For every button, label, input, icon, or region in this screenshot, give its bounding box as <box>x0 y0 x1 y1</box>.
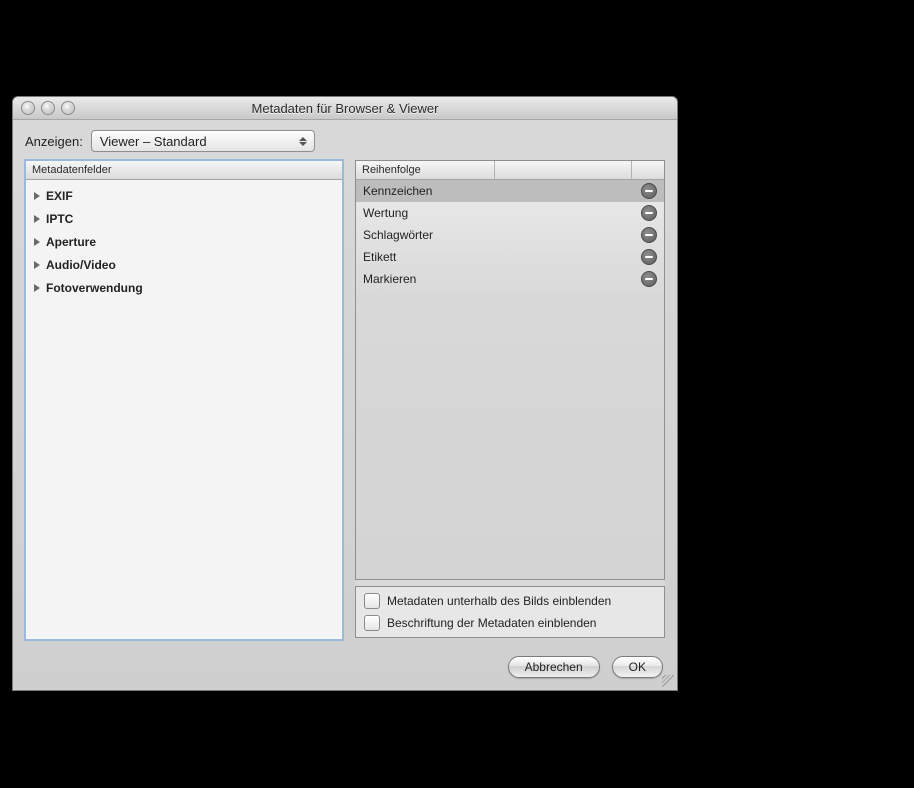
callout-line <box>902 152 904 772</box>
view-popup[interactable]: Viewer – Standard <box>91 130 315 152</box>
order-row-markieren[interactable]: Markieren <box>356 268 664 290</box>
disclosure-triangle-icon[interactable] <box>34 238 40 246</box>
column-header-spacer[interactable] <box>495 161 632 179</box>
order-row-label: Etikett <box>363 250 396 264</box>
minimize-icon[interactable] <box>41 101 55 115</box>
disclosure-triangle-icon[interactable] <box>34 261 40 269</box>
tree-item-audio-video[interactable]: Audio/Video <box>26 253 342 276</box>
order-row-kennzeichen[interactable]: Kennzeichen <box>356 180 664 202</box>
display-order-panel: Reihenfolge Kennzeichen Wertung <box>355 160 665 638</box>
order-row-label: Kennzeichen <box>363 184 432 198</box>
tree-item-fotoverwendung[interactable]: Fotoverwendung <box>26 276 342 299</box>
order-row-etikett[interactable]: Etikett <box>356 246 664 268</box>
close-icon[interactable] <box>21 101 35 115</box>
column-header-end[interactable] <box>632 161 664 179</box>
order-row-label: Wertung <box>363 206 408 220</box>
display-order-header[interactable]: Reihenfolge <box>356 161 495 179</box>
popup-arrows-icon <box>297 137 310 146</box>
order-row-wertung[interactable]: Wertung <box>356 202 664 224</box>
disclosure-triangle-icon[interactable] <box>34 215 40 223</box>
tree-item-label: Audio/Video <box>46 258 116 272</box>
metadata-fields-panel: Metadatenfelder EXIF IPTC Aperture <box>25 160 343 640</box>
button-label: Abbrechen <box>525 660 583 674</box>
checkbox-icon[interactable] <box>364 593 380 609</box>
remove-icon[interactable] <box>641 227 657 243</box>
remove-icon[interactable] <box>641 249 657 265</box>
remove-icon[interactable] <box>641 271 657 287</box>
checkbox-label: Metadaten unterhalb des Bilds einblenden <box>387 594 611 608</box>
checkbox-icon[interactable] <box>364 615 380 631</box>
metadata-fields-tree: EXIF IPTC Aperture Audio/Video <box>26 180 342 303</box>
tree-item-label: Fotoverwendung <box>46 281 143 295</box>
dialog-window: Metadaten für Browser & Viewer Anzeigen:… <box>12 96 678 691</box>
tree-item-label: IPTC <box>46 212 73 226</box>
order-row-label: Schlagwörter <box>363 228 433 242</box>
remove-icon[interactable] <box>641 205 657 221</box>
disclosure-triangle-icon[interactable] <box>34 284 40 292</box>
remove-icon[interactable] <box>641 183 657 199</box>
zoom-icon[interactable] <box>61 101 75 115</box>
ok-button[interactable]: OK <box>612 656 663 678</box>
checkbox-metadata-below-image[interactable]: Metadaten unterhalb des Bilds einblenden <box>364 593 656 609</box>
dialog-footer: Abbrechen OK <box>13 646 677 690</box>
tree-item-label: Aperture <box>46 235 96 249</box>
resize-grip-icon[interactable] <box>662 675 674 687</box>
order-row-schlagwoerter[interactable]: Schlagwörter <box>356 224 664 246</box>
tree-item-label: EXIF <box>46 189 73 203</box>
tree-item-exif[interactable]: EXIF <box>26 184 342 207</box>
titlebar[interactable]: Metadaten für Browser & Viewer <box>13 97 677 120</box>
show-label: Anzeigen: <box>25 134 83 149</box>
cancel-button[interactable]: Abbrechen <box>508 656 600 678</box>
tree-item-iptc[interactable]: IPTC <box>26 207 342 230</box>
tree-item-aperture[interactable]: Aperture <box>26 230 342 253</box>
view-popup-value: Viewer – Standard <box>100 134 207 149</box>
callout-line <box>34 776 904 778</box>
checkbox-metadata-labels[interactable]: Beschriftung der Metadaten einblenden <box>364 615 656 631</box>
button-label: OK <box>629 660 646 674</box>
window-title: Metadaten für Browser & Viewer <box>13 101 677 116</box>
display-order-header-row: Reihenfolge <box>356 161 664 180</box>
disclosure-triangle-icon[interactable] <box>34 192 40 200</box>
options-box: Metadaten unterhalb des Bilds einblenden… <box>355 586 665 638</box>
checkbox-label: Beschriftung der Metadaten einblenden <box>387 616 596 630</box>
metadata-fields-header[interactable]: Metadatenfelder <box>26 161 342 180</box>
order-row-label: Markieren <box>363 272 416 286</box>
display-order-list: Kennzeichen Wertung Schlagwörter Et <box>356 180 664 579</box>
